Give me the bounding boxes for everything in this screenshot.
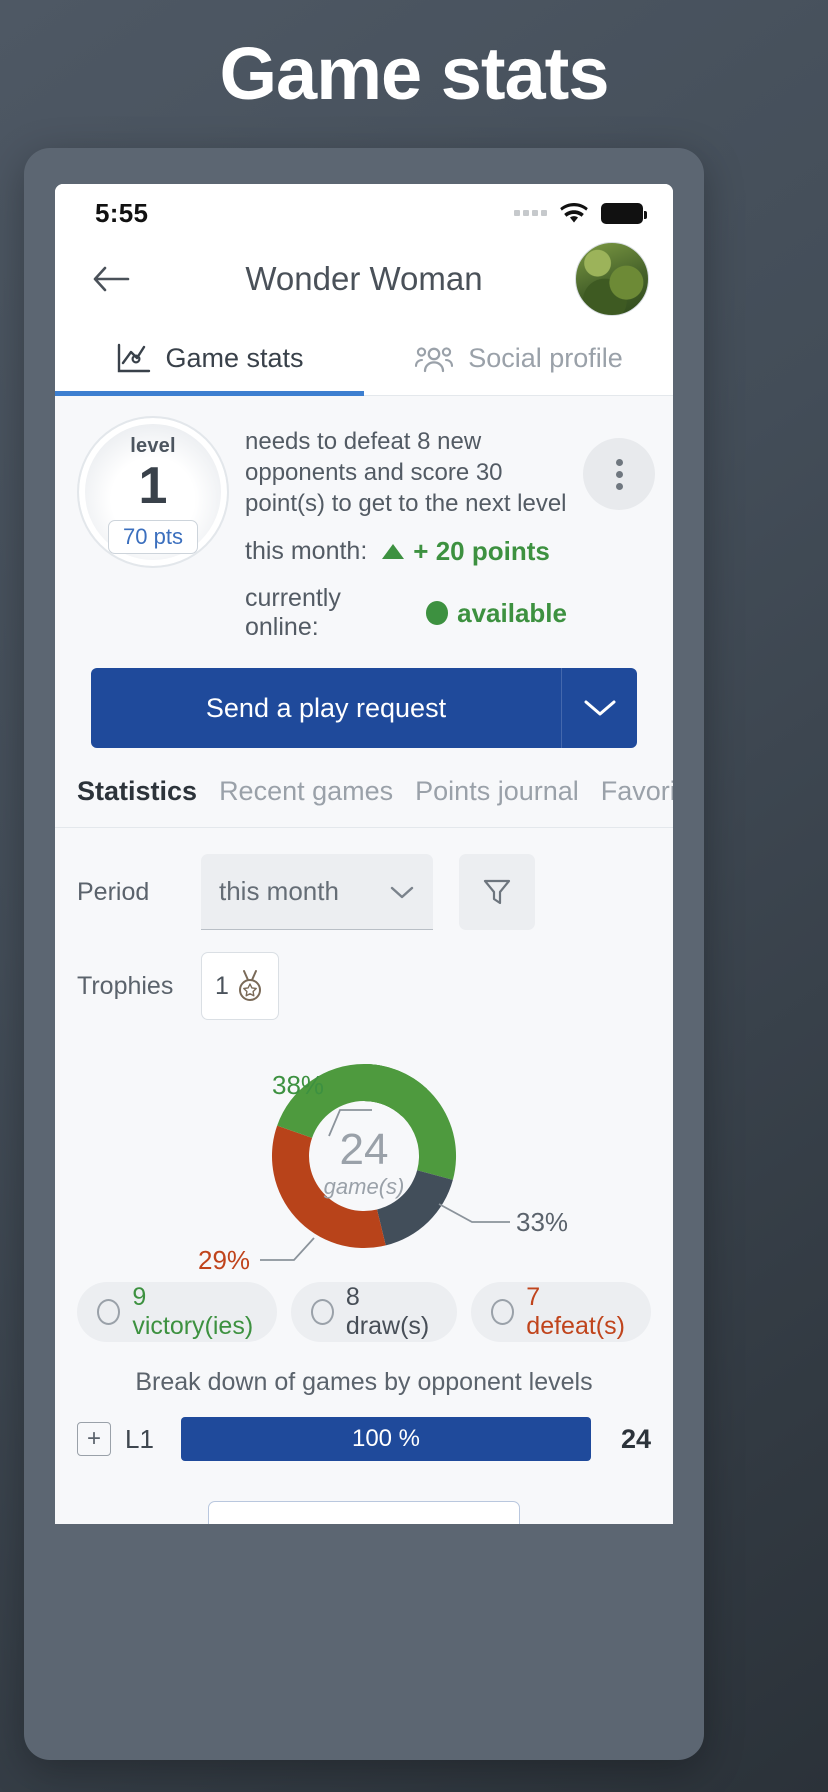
avatar[interactable] bbox=[575, 242, 649, 316]
breakdown-count: 24 bbox=[620, 1423, 651, 1454]
next-level-requirement: needs to defeat 8 new opponents and scor… bbox=[245, 428, 567, 517]
filter-button[interactable] bbox=[459, 854, 535, 930]
period-select-value: this month bbox=[219, 876, 339, 906]
plus-box-icon[interactable]: + bbox=[77, 1422, 111, 1456]
points-chip: 70 pts bbox=[108, 520, 198, 554]
share-button[interactable]: Share bbox=[208, 1501, 520, 1524]
level-number: 1 bbox=[138, 457, 168, 515]
trophies-row: Trophies 1 bbox=[77, 952, 651, 1020]
section-tabs: Statistics Recent games Points journal F… bbox=[55, 776, 673, 827]
tab-game-stats-label: Game stats bbox=[165, 343, 304, 373]
online-status-dot-icon bbox=[425, 601, 449, 625]
month-label: this month: bbox=[245, 537, 368, 565]
donut-label-victories: 38% bbox=[272, 1070, 324, 1100]
chevron-down-icon bbox=[584, 700, 615, 716]
kebab-menu-icon[interactable] bbox=[583, 438, 655, 510]
phone-screen: 5:55 Wonder Woman Game stats Social prof… bbox=[55, 184, 673, 1524]
online-status-row: currently online: available bbox=[245, 584, 567, 642]
profile-summary: level 1 70 pts needs to defeat 8 new opp… bbox=[55, 396, 673, 642]
donut-label-defeats: 29% bbox=[198, 1245, 250, 1275]
level-word: level bbox=[130, 435, 176, 457]
breakdown-bar-track: 100 % bbox=[181, 1417, 591, 1461]
statistics-panel: Period this month Trophies 1 24 game(s) … bbox=[55, 827, 673, 1524]
status-icons bbox=[514, 202, 647, 224]
section-tab-recent-games[interactable]: Recent games bbox=[219, 776, 393, 807]
back-button[interactable] bbox=[83, 251, 139, 307]
battery-full-icon bbox=[601, 202, 647, 224]
send-play-request-dropdown[interactable] bbox=[561, 668, 637, 748]
result-chips: 9 victory(ies) 8 draw(s) 7 defeat(s) bbox=[77, 1282, 651, 1342]
breakdown-row-l1: + L1 100 % 24 bbox=[77, 1417, 651, 1461]
trophies-button[interactable]: 1 bbox=[201, 952, 279, 1020]
donut-label-draws: 33% bbox=[516, 1207, 568, 1237]
leader-line-draws bbox=[438, 1203, 510, 1223]
breakdown-title: Break down of games by opponent levels bbox=[135, 1368, 593, 1396]
status-bar: 5:55 bbox=[55, 184, 673, 236]
trophies-count: 1 bbox=[215, 971, 229, 1000]
level-badge: level 1 70 pts bbox=[77, 416, 229, 568]
chip-victories[interactable]: 9 victory(ies) bbox=[77, 1282, 277, 1342]
wifi-icon bbox=[560, 202, 588, 222]
nav-bar: Wonder Woman bbox=[55, 236, 673, 322]
medal-icon bbox=[238, 970, 261, 1001]
chart-stats-icon bbox=[118, 343, 151, 372]
tab-social-profile[interactable]: Social profile bbox=[364, 322, 673, 395]
month-points-row: this month: + 20 points bbox=[245, 536, 567, 567]
radio-circle-icon bbox=[310, 1299, 334, 1325]
tab-game-stats[interactable]: Game stats bbox=[55, 322, 364, 396]
chip-draws[interactable]: 8 draw(s) bbox=[290, 1282, 458, 1342]
period-label: Period bbox=[77, 877, 150, 906]
section-tab-points-journal[interactable]: Points journal bbox=[415, 776, 579, 807]
tab-social-profile-label: Social profile bbox=[468, 343, 623, 373]
chip-victories-label: 9 victory(ies) bbox=[132, 1283, 254, 1340]
back-arrow-icon bbox=[93, 266, 130, 292]
chip-draws-label: 8 draw(s) bbox=[345, 1283, 430, 1340]
period-filter-row: Period this month bbox=[77, 854, 651, 930]
online-status-value: available bbox=[457, 597, 567, 628]
breakdown-bar-fill: 100 % bbox=[181, 1417, 591, 1461]
triangle-up-icon bbox=[382, 544, 405, 559]
games-donut-chart: 24 game(s) 38% 33% 29% bbox=[77, 1026, 651, 1276]
send-play-request-button[interactable]: Send a play request bbox=[91, 668, 561, 748]
section-tab-statistics[interactable]: Statistics bbox=[77, 776, 197, 807]
status-clock: 5:55 bbox=[95, 197, 149, 228]
section-tab-favorite-games[interactable]: Favorite ga bbox=[601, 776, 673, 807]
top-tabs: Game stats Social profile bbox=[55, 322, 673, 396]
chip-defeats-label: 7 defeat(s) bbox=[526, 1283, 625, 1340]
device-frame: 5:55 Wonder Woman Game stats Social prof… bbox=[24, 148, 704, 1760]
page-title: Game stats bbox=[219, 32, 610, 115]
people-group-icon bbox=[415, 346, 454, 372]
donut-center-label: game(s) bbox=[324, 1174, 405, 1199]
summary-text: needs to defeat 8 new opponents and scor… bbox=[245, 416, 567, 642]
trophies-label: Trophies bbox=[77, 971, 174, 1000]
donut-center-value: 24 bbox=[340, 1125, 389, 1174]
radio-circle-icon bbox=[97, 1299, 121, 1325]
donut-svg: 24 game(s) 38% 33% 29% bbox=[198, 1064, 568, 1275]
chevron-down-icon bbox=[390, 886, 414, 898]
radio-circle-icon bbox=[491, 1299, 515, 1325]
funnel-filter-icon bbox=[483, 879, 511, 905]
leader-line-defeats bbox=[260, 1237, 315, 1261]
period-select[interactable]: this month bbox=[201, 854, 433, 930]
month-points-value: + 20 points bbox=[413, 536, 550, 566]
breakdown-level-label: L1 bbox=[125, 1423, 154, 1454]
signal-dots-icon bbox=[514, 210, 547, 216]
cta-row: Send a play request bbox=[55, 642, 673, 776]
chip-defeats[interactable]: 7 defeat(s) bbox=[471, 1282, 651, 1342]
online-label: currently online: bbox=[245, 584, 341, 641]
